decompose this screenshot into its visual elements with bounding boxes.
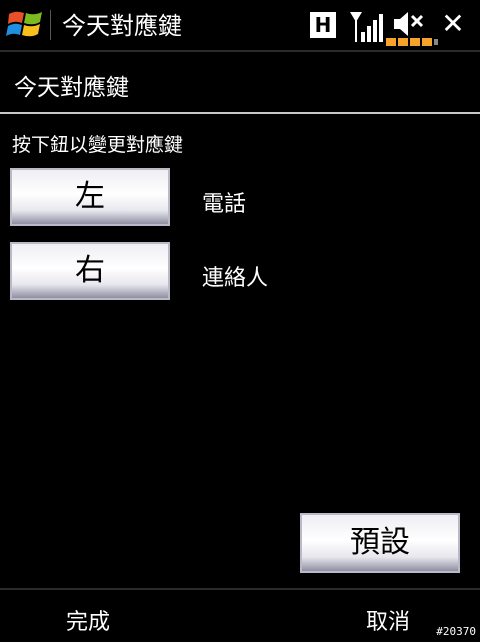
cancel-softkey[interactable]: 取消	[366, 604, 410, 636]
default-button[interactable]: 預設	[300, 513, 460, 573]
title-bar: 今天對應鍵 H ✕	[0, 0, 480, 52]
windows-start-icon	[6, 11, 42, 37]
header-divider	[0, 112, 480, 114]
left-key-mapping: 電話	[202, 192, 247, 217]
title-separator	[50, 10, 51, 40]
signal-strength-icon	[350, 12, 383, 42]
network-type-badge: H	[310, 12, 336, 38]
done-softkey[interactable]: 完成	[66, 604, 110, 636]
close-icon[interactable]: ✕	[438, 9, 468, 39]
right-key-mapping: 連絡人	[202, 266, 269, 291]
page-header: 今天對應鍵	[0, 52, 480, 112]
app-title: 今天對應鍵	[62, 12, 182, 40]
volume-muted-icon	[394, 12, 424, 36]
page-title: 今天對應鍵	[14, 75, 129, 101]
watermark-text: #20370	[436, 625, 476, 638]
start-button[interactable]	[0, 0, 52, 50]
left-key-button[interactable]: 左	[10, 168, 170, 226]
instruction-text: 按下鈕以變更對應鍵	[12, 134, 184, 156]
battery-icon	[386, 38, 438, 46]
softkey-bar: 完成 取消	[0, 588, 480, 642]
right-key-button[interactable]: 右	[10, 242, 170, 300]
